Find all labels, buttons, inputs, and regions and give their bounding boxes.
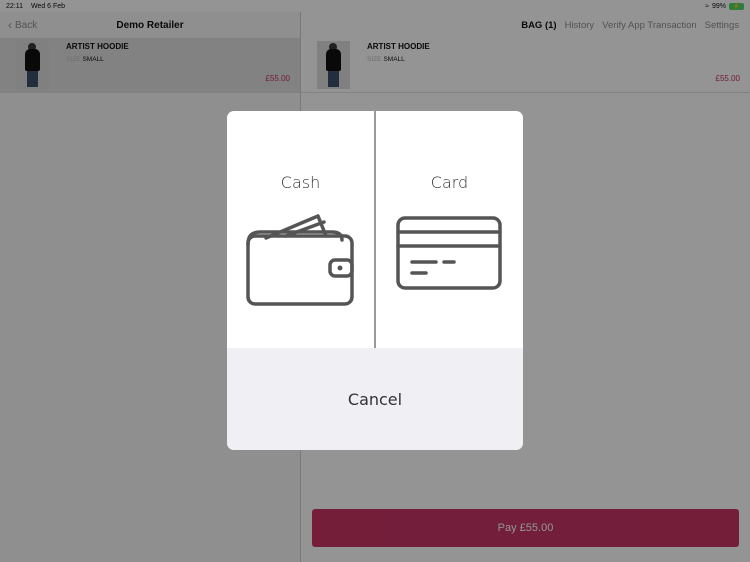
card-label: Card [430, 173, 469, 192]
wallet-icon [245, 214, 354, 306]
cancel-button[interactable]: Cancel [227, 348, 523, 450]
payment-method-modal: Cash Card Cancel [227, 111, 523, 450]
payment-options: Cash Card [227, 111, 523, 348]
cash-label: Cash [280, 173, 321, 192]
cash-option[interactable]: Cash [227, 111, 374, 348]
credit-card-icon [395, 216, 502, 290]
card-option[interactable]: Card [374, 111, 523, 348]
